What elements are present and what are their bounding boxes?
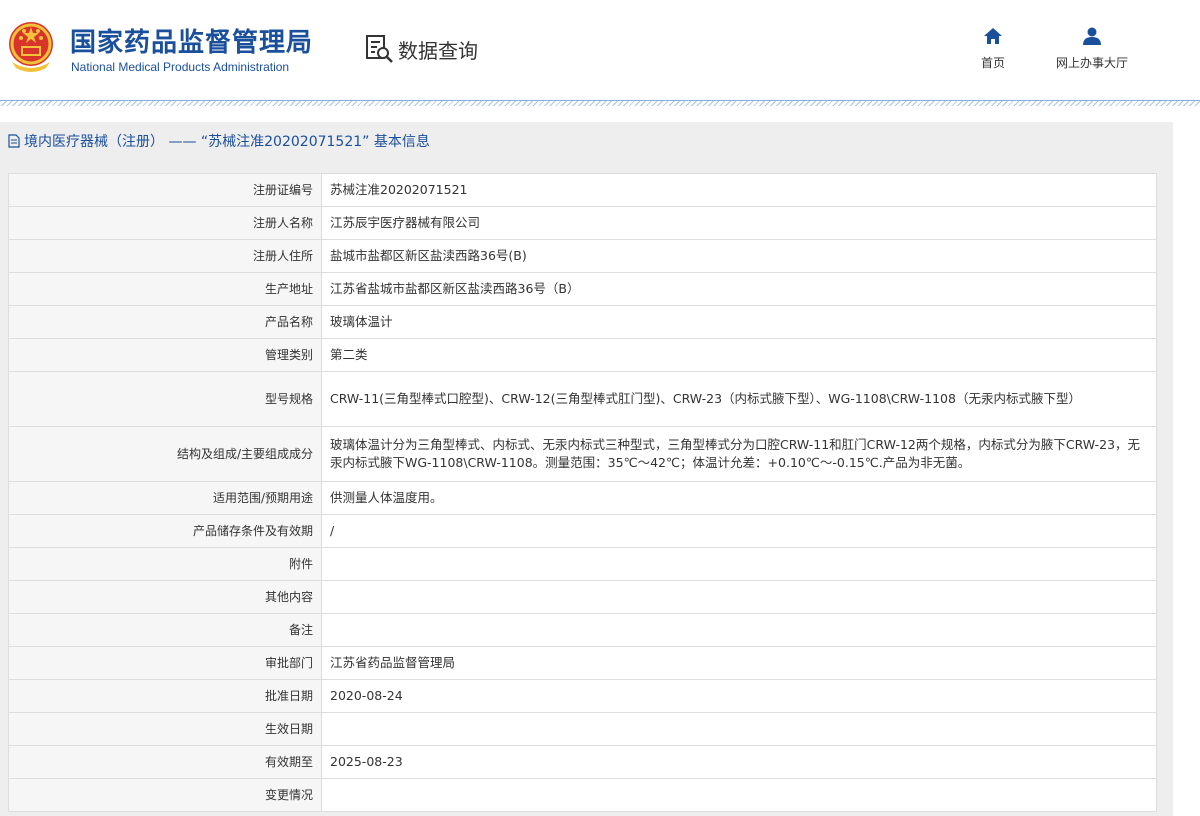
field-label: 备注 [8,613,322,647]
field-value: 江苏辰宇医疗器械有限公司 [321,206,1157,240]
field-value: 苏械注准20202071521 [321,173,1157,207]
field-label: 生效日期 [8,712,322,746]
field-value [321,547,1157,581]
field-value: / [321,514,1157,548]
field-label: 其他内容 [8,580,322,614]
field-value [321,580,1157,614]
field-label: 管理类别 [8,338,322,372]
field-label: 产品名称 [8,305,322,339]
table-row: 型号规格 CRW-11(三角型棒式口腔型)、CRW-12(三角型棒式肛门型)、CR… [8,371,1157,427]
field-label: 变更情况 [8,778,322,812]
nav-service-hall[interactable]: 网上办事大厅 [1046,26,1138,71]
table-row: 备注 [8,613,1157,647]
field-label: 注册人住所 [8,239,322,273]
field-value: 江苏省药品监督管理局 [321,646,1157,680]
table-row: 结构及组成/主要组成成分 玻璃体温计分为三角型棒式、内标式、无汞内标式三种型式，三… [8,426,1157,482]
field-value: 第二类 [321,338,1157,372]
field-label: 有效期至 [8,745,322,779]
page-title-bar: 境内医疗器械（注册） —— “苏械注准20202071521” 基本信息 [0,122,1173,159]
field-label: 注册人名称 [8,206,322,240]
field-label: 审批部门 [8,646,322,680]
field-value: 江苏省盐城市盐都区新区盐渎西路36号（B） [321,272,1157,306]
field-label: 产品储存条件及有效期 [8,514,322,548]
header-divider [0,100,1200,106]
table-row: 附件 [8,547,1157,581]
field-value: 玻璃体温计 [321,305,1157,339]
table-row: 批准日期 2020-08-24 [8,679,1157,713]
site-header: 国家药品监督管理局 National Medical Products Admi… [0,0,1200,104]
national-emblem-icon [9,22,53,72]
table-row: 产品储存条件及有效期 / [8,514,1157,548]
field-label: 结构及组成/主要组成成分 [8,426,322,482]
field-value [321,778,1157,812]
table-row: 生产地址 江苏省盐城市盐都区新区盐渎西路36号（B） [8,272,1157,306]
nav-service-hall-label: 网上办事大厅 [1055,56,1128,70]
table-row: 管理类别 第二类 [8,338,1157,372]
field-value: 供测量人体温度用。 [321,481,1157,515]
table-row: 注册人名称 江苏辰宇医疗器械有限公司 [8,206,1157,240]
field-value: CRW-11(三角型棒式口腔型)、CRW-12(三角型棒式肛门型)、CRW-23… [321,371,1157,427]
table-row: 适用范围/预期用途 供测量人体温度用。 [8,481,1157,515]
field-value: 玻璃体温计分为三角型棒式、内标式、无汞内标式三种型式，三角型棒式分为口腔CRW-… [321,426,1157,482]
field-label: 型号规格 [8,371,322,427]
field-value: 盐城市盐都区新区盐渎西路36号(B) [321,239,1157,273]
field-label: 适用范围/预期用途 [8,481,322,515]
field-value: 2025-08-23 [321,745,1157,779]
data-query-link[interactable]: 数据查询 [364,34,478,64]
nav-home-label: 首页 [980,56,1005,70]
table-row: 注册证编号 苏械注准20202071521 [8,173,1157,207]
table-row: 有效期至 2025-08-23 [8,745,1157,779]
registration-info-table: 注册证编号 苏械注准20202071521 注册人名称 江苏辰宇医疗器械有限公司 注… [8,173,1157,812]
user-icon [1083,27,1101,45]
document-icon [8,133,20,148]
field-label: 生产地址 [8,272,322,306]
nav-home[interactable]: 首页 [974,26,1012,71]
table-row: 其他内容 [8,580,1157,614]
table-row: 生效日期 [8,712,1157,746]
field-value: 2020-08-24 [321,679,1157,713]
field-value [321,712,1157,746]
table-row: 变更情况 [8,778,1157,812]
data-query-label: 数据查询 [398,38,478,63]
document-search-icon [366,35,393,63]
field-label: 批准日期 [8,679,322,713]
table-row: 审批部门 江苏省药品监督管理局 [8,646,1157,680]
page-title: 境内医疗器械（注册） —— “苏械注准20202071521” 基本信息 [24,133,430,150]
field-label: 注册证编号 [8,173,322,207]
org-name-cn[interactable]: 国家药品监督管理局 [70,22,313,59]
table-row: 注册人住所 盐城市盐都区新区盐渎西路36号(B) [8,239,1157,273]
field-value [321,613,1157,647]
home-icon [984,28,1002,44]
field-label: 附件 [8,547,322,581]
table-row: 产品名称 玻璃体温计 [8,305,1157,339]
org-name-en[interactable]: National Medical Products Administration [71,60,289,74]
